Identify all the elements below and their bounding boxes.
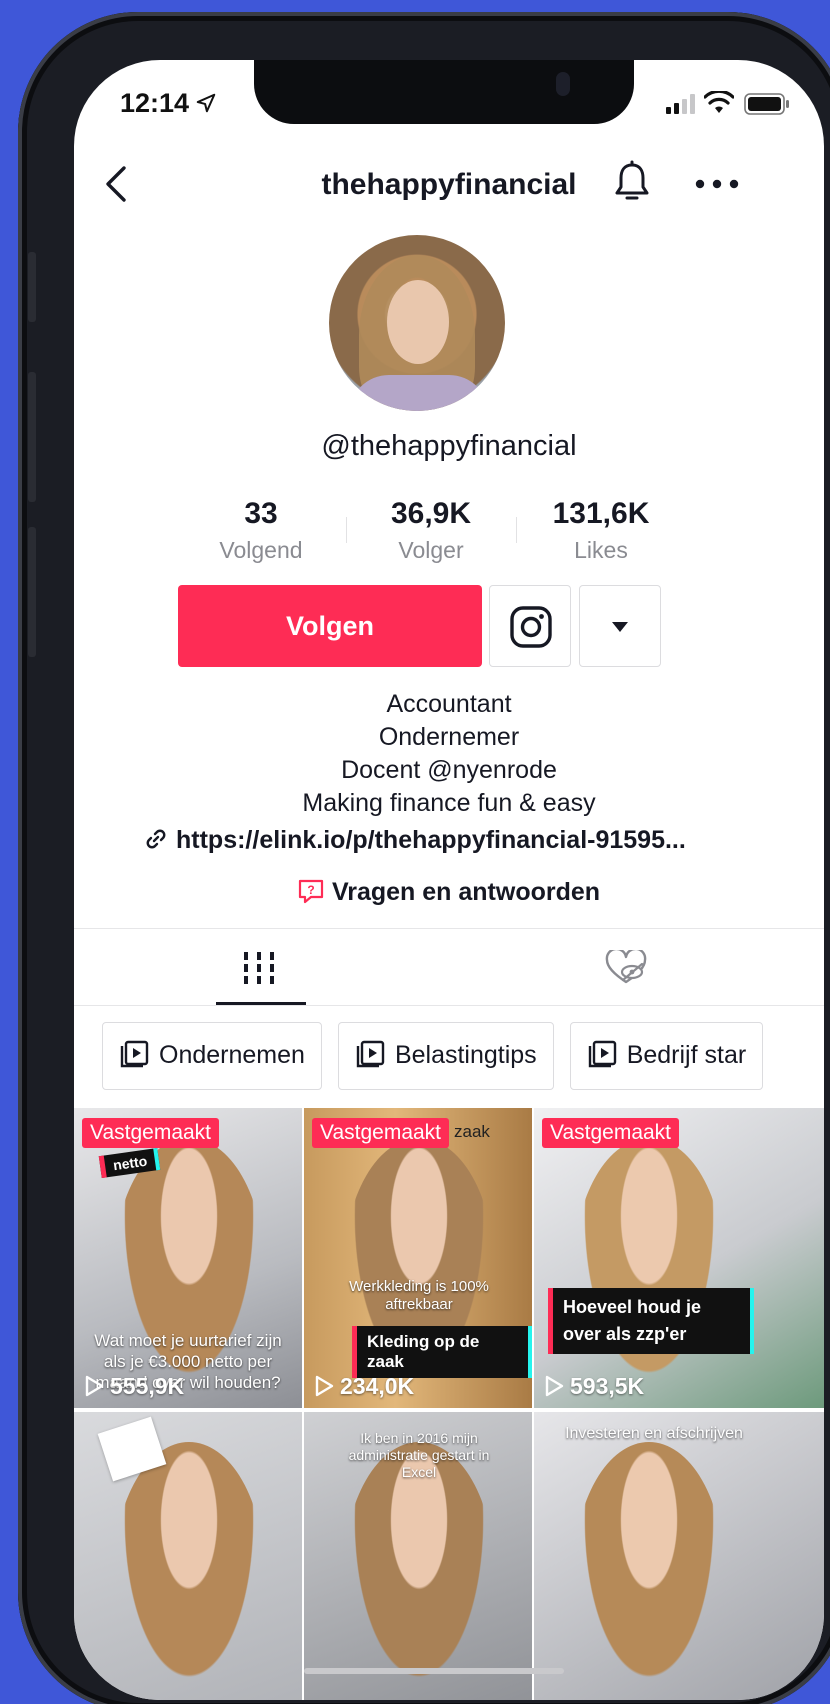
instagram-button[interactable] xyxy=(489,585,571,667)
question-answer-icon: ? xyxy=(298,879,324,904)
playlist-icon xyxy=(588,1040,616,1068)
play-icon xyxy=(315,1375,334,1397)
svg-text:?: ? xyxy=(307,883,314,897)
stat-label: Volgend xyxy=(219,537,303,563)
qa-link[interactable]: ? Vragen en antwoorden xyxy=(74,878,824,907)
video-caption: Investeren en afschrijven xyxy=(565,1425,743,1442)
caret-down-icon xyxy=(612,622,628,632)
avatar[interactable] xyxy=(329,235,505,411)
video-caption: Werkkleding is 100% aftrekbaar xyxy=(349,1278,489,1313)
playlist-chip[interactable]: Bedrijf star xyxy=(569,1022,764,1090)
view-count-value: 234,0K xyxy=(340,1373,415,1399)
stat-likes[interactable]: 131,6K Likes xyxy=(516,497,686,567)
cellular-signal-icon xyxy=(666,94,695,114)
status-time: 12:14 xyxy=(120,88,190,118)
play-icon xyxy=(85,1375,104,1397)
volume-down-button xyxy=(28,527,36,657)
wifi-icon xyxy=(704,91,734,113)
video-grid-icon xyxy=(244,952,274,984)
pinned-badge: Vastgemaakt xyxy=(312,1118,450,1148)
bio-line: Making finance fun & easy xyxy=(302,789,596,817)
playlist-chip[interactable]: Belastingtips xyxy=(337,1022,554,1090)
volume-up-button xyxy=(28,372,36,502)
tab-videos[interactable] xyxy=(74,930,450,1006)
location-arrow-icon xyxy=(196,93,216,113)
video-caption: Ik ben in 2016 mijn administratie gestar… xyxy=(348,1430,490,1480)
video-person xyxy=(574,1442,724,1700)
playlist-label: Bedrijf star xyxy=(626,1041,747,1069)
avatar-face xyxy=(387,280,449,364)
playlist-chip[interactable]: Ondernemen xyxy=(102,1022,322,1090)
stat-value: 33 xyxy=(244,497,278,530)
video-tile[interactable]: Ik ben in 2016 mijn administratie gestar… xyxy=(304,1412,532,1700)
stat-value: 131,6K xyxy=(552,497,650,530)
playlist-icon xyxy=(356,1040,385,1068)
notification-bell-icon[interactable] xyxy=(612,160,652,206)
qa-label: Vragen en antwoorden xyxy=(331,878,601,906)
profile-header: thehappyfinancial xyxy=(74,160,824,220)
video-tile[interactable]: Vastgemaakt Hoeveel houd je over als zzp… xyxy=(534,1108,824,1408)
link-text: https://elink.io/p/thehappyfinancial-915… xyxy=(176,826,686,854)
more-options-icon[interactable] xyxy=(694,178,740,190)
video-box-caption: Hoeveel houd je over als zzp'er xyxy=(548,1288,754,1354)
playlist-label: Ondernemen xyxy=(159,1041,305,1069)
playlist-icon xyxy=(120,1040,149,1068)
instagram-icon xyxy=(510,606,552,648)
link-icon xyxy=(146,829,166,849)
bio-line: Ondernemer xyxy=(378,723,520,751)
stat-value: 36,9K xyxy=(390,497,472,530)
view-count: 593,5K xyxy=(544,1373,644,1400)
video-person xyxy=(114,1442,264,1700)
home-indicator xyxy=(304,1668,564,1674)
stat-label: Volger xyxy=(398,537,464,563)
status-bar: 12:14 xyxy=(74,60,824,140)
bio-line: Accountant xyxy=(386,690,512,718)
screen: 12:14 thehappyfinancial @thehappyfinanci… xyxy=(74,60,824,1700)
video-person xyxy=(574,1138,724,1398)
view-count: 555,9K xyxy=(84,1373,184,1400)
video-tile[interactable]: netto Vastgemaakt Wat moet je uurtarief … xyxy=(74,1108,302,1408)
view-count-value: 593,5K xyxy=(570,1373,645,1399)
profile-link[interactable]: https://elink.io/p/thehappyfinancial-915… xyxy=(144,826,764,855)
video-box-caption: Kleding op de zaak xyxy=(352,1326,532,1378)
divider xyxy=(74,1005,824,1006)
bio-line: Docent @nyenrode xyxy=(341,756,557,784)
play-icon xyxy=(545,1375,564,1397)
profile-username: @thehappyfinancial xyxy=(321,430,577,462)
follow-button[interactable]: Volgen xyxy=(178,585,482,667)
tab-liked[interactable] xyxy=(450,930,824,1006)
pinned-badge: Vastgemaakt xyxy=(542,1118,680,1148)
view-count: 234,0K xyxy=(314,1373,414,1400)
divider xyxy=(74,928,824,929)
phone-frame: 12:14 thehappyfinancial @thehappyfinanci… xyxy=(18,12,830,1704)
stat-following[interactable]: 33 Volgend xyxy=(176,497,346,567)
playlist-label: Belastingtips xyxy=(394,1041,537,1069)
pinned-badge: Vastgemaakt xyxy=(82,1118,220,1148)
battery-icon xyxy=(744,93,789,115)
mute-switch xyxy=(28,252,36,322)
video-tile[interactable]: zaak Vastgemaakt Werkkleding is 100% aft… xyxy=(304,1108,532,1408)
profile-stats: 33 Volgend 36,9K Volger 131,6K Likes xyxy=(176,497,686,567)
suggestions-dropdown-button[interactable] xyxy=(579,585,661,667)
playlist-row: Ondernemen Belastingtips Bedrijf star xyxy=(102,1022,779,1090)
stat-followers[interactable]: 36,9K Volger xyxy=(346,497,516,567)
view-count-value: 555,9K xyxy=(110,1373,185,1399)
avatar-shirt xyxy=(349,375,489,411)
video-tile[interactable] xyxy=(74,1412,302,1700)
video-tile[interactable]: Investeren en afschrijven xyxy=(534,1412,824,1700)
hidden-likes-icon xyxy=(605,950,647,984)
stat-label: Likes xyxy=(574,537,628,563)
profile-bio: Accountant Ondernemer Docent @nyenrode M… xyxy=(74,688,824,820)
video-top-tag: zaak xyxy=(454,1122,490,1141)
